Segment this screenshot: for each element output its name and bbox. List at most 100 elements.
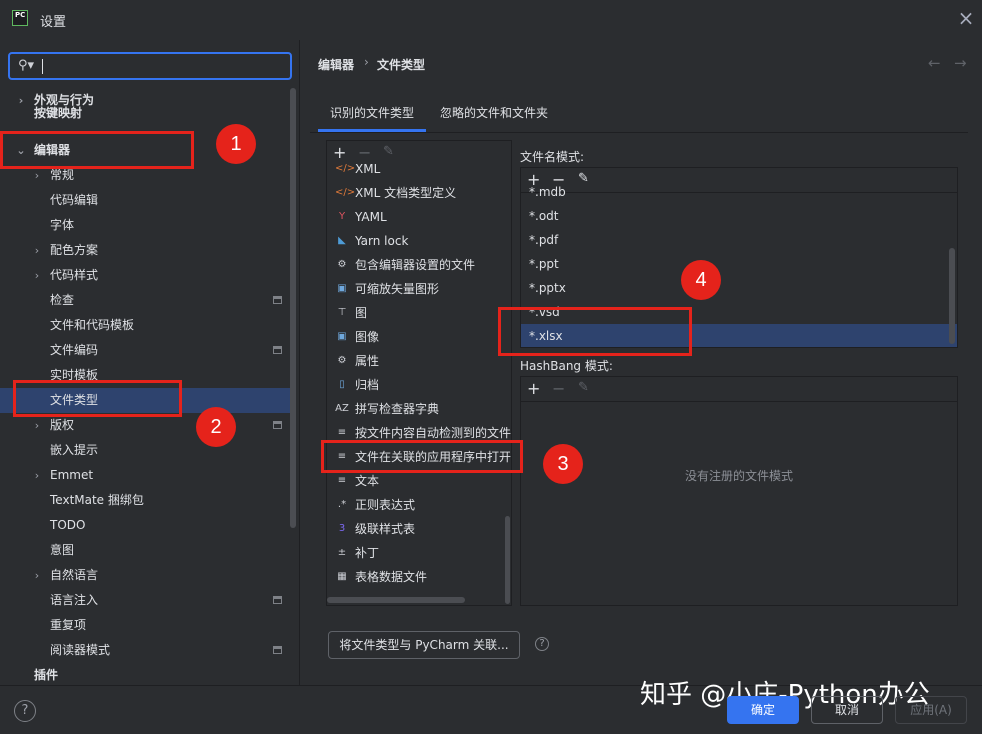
tree-item[interactable]: › 配色方案 [0, 238, 290, 263]
breadcrumb-current: 文件类型 [377, 58, 426, 72]
ok-button[interactable]: 确定 [727, 696, 799, 724]
tree-item[interactable]: 文件编码 [0, 338, 290, 363]
file-type-item[interactable]: </> XML [327, 157, 511, 181]
tab-recognized-file-types[interactable]: 识别的文件类型 [330, 104, 414, 121]
annotation-number-1: 1 [216, 124, 256, 164]
file-type-item[interactable]: ▣ 可缩放矢量图形 [327, 277, 511, 301]
file-type-label: XML 文档类型定义 [355, 186, 457, 200]
tree-item[interactable]: › 自然语言 [0, 563, 290, 588]
file-type-item[interactable]: </> XML 文档类型定义 [327, 181, 511, 205]
tab-ignored-files[interactable]: 忽略的文件和文件夹 [440, 104, 548, 121]
breadcrumb-parent[interactable]: 编辑器 [318, 56, 354, 73]
tabs-divider [310, 132, 968, 133]
tree-item[interactable]: › 代码样式 [0, 263, 290, 288]
forward-arrow-icon[interactable]: → [954, 54, 967, 72]
tree-item[interactable]: 代码编辑 [0, 188, 290, 213]
tree-item-label: 文件和代码模板 [50, 318, 135, 332]
edit-hashbang-button[interactable]: ✎ [578, 380, 589, 396]
pattern-item[interactable]: *.odt [521, 204, 957, 228]
gear-icon: ⚙ [337, 259, 347, 270]
file-types-horizontal-scrollbar[interactable] [327, 597, 465, 603]
hashbang-label: HashBang 模式: [520, 359, 613, 373]
chevron-right-icon[interactable]: › [31, 563, 43, 588]
tree-item[interactable]: › Emmet [0, 463, 290, 488]
annotation-number-2: 2 [196, 407, 236, 447]
tree-item[interactable]: TextMate 捆绑包 [0, 488, 290, 513]
patterns-scrollbar[interactable] [949, 248, 955, 344]
file-type-label: 拼写检查器字典 [355, 402, 440, 416]
annotation-number-4: 4 [681, 260, 721, 300]
tree-item[interactable]: 检查 [0, 288, 290, 313]
file-type-item[interactable]: ▣ 图像 [327, 325, 511, 349]
help-icon[interactable]: ? [14, 700, 36, 722]
search-input[interactable]: ⚲▾ [8, 52, 292, 80]
tree-item[interactable]: 字体 [0, 213, 290, 238]
file-type-item[interactable]: ◣ Yarn lock [327, 229, 511, 253]
pattern-item[interactable]: *.pptx [521, 276, 957, 300]
image-icon: ▣ [337, 283, 347, 294]
tree-item-label: 字体 [50, 218, 75, 232]
pattern-item[interactable]: *.mdb [521, 180, 957, 204]
tree-item-label: 重复项 [50, 618, 87, 632]
file-type-item[interactable]: ⊤ 图 [327, 301, 511, 325]
annotation-box-1 [0, 131, 194, 169]
css-icon: 3 [338, 523, 346, 534]
hashbang-patterns-list: + − ✎ 没有注册的文件模式 [520, 376, 958, 606]
annotation-number-3: 3 [543, 444, 583, 484]
pattern-value: *.pptx [529, 281, 566, 295]
tree-item-label: 自然语言 [50, 568, 99, 582]
file-type-item[interactable]: ⚙ 属性 [327, 349, 511, 373]
file-type-item[interactable]: ⚙ 包含编辑器设置的文件 [327, 253, 511, 277]
dialog-footer: ? 知乎 @小庄-Python办公 确定 取消 应用(A) [0, 680, 982, 734]
tree-item[interactable]: 按键映射 [0, 105, 290, 122]
associate-file-types-button[interactable]: 将文件类型与 PyCharm 关联... [328, 631, 520, 659]
file-type-item[interactable]: ▯ 归档 [327, 373, 511, 397]
search-icon: ⚲▾ [18, 58, 35, 73]
tree-item[interactable]: 重复项 [0, 613, 290, 638]
cancel-button[interactable]: 取消 [811, 696, 883, 724]
tree-item[interactable]: 文件和代码模板 [0, 313, 290, 338]
chevron-right-icon[interactable]: › [31, 238, 43, 263]
tree-item-label: 语言注入 [50, 593, 99, 607]
tree-item[interactable]: 意图 [0, 538, 290, 563]
file-type-item[interactable]: .* 正则表达式 [327, 493, 511, 517]
window-title: 设置 [40, 15, 67, 30]
code-icon: </> [335, 187, 356, 198]
close-icon[interactable]: × [956, 8, 976, 28]
project-level-icon [273, 646, 282, 654]
gear-icon: ⚙ [337, 355, 347, 366]
tree-item-label: 按键映射 [34, 106, 83, 120]
file-type-item[interactable]: ▦ 表格数据文件 [327, 565, 511, 589]
table-icon: ▦ [337, 571, 347, 582]
tree-item[interactable]: 语言注入 [0, 588, 290, 613]
pattern-item[interactable]: *.ppt [521, 252, 957, 276]
file-type-label: 归档 [355, 378, 380, 392]
add-hashbang-button[interactable]: + [527, 381, 540, 397]
file-type-item[interactable]: AZ 拼写检查器字典 [327, 397, 511, 421]
tree-scrollbar[interactable] [290, 88, 296, 528]
image-icon: ▣ [337, 331, 347, 342]
chevron-right-icon[interactable]: › [31, 463, 43, 488]
text-icon: ≡ [337, 427, 347, 438]
project-level-icon [273, 596, 282, 604]
file-type-item[interactable]: Y YAML [327, 205, 511, 229]
tree-item-label: 文件编码 [50, 343, 99, 357]
pattern-value: *.pdf [529, 233, 559, 247]
tree-item[interactable]: TODO [0, 513, 290, 538]
file-type-item[interactable]: ± 补丁 [327, 541, 511, 565]
tree-item-label: Emmet [50, 468, 94, 482]
help-icon[interactable]: ? [535, 637, 549, 651]
pattern-item[interactable]: *.pdf [521, 228, 957, 252]
back-arrow-icon[interactable]: ← [928, 54, 941, 72]
apply-button[interactable]: 应用(A) [895, 696, 967, 724]
file-type-item[interactable]: 3 级联样式表 [327, 517, 511, 541]
remove-hashbang-button[interactable]: − [552, 381, 565, 397]
file-types-vertical-scrollbar[interactable] [505, 516, 510, 604]
chevron-right-icon[interactable]: › [31, 263, 43, 288]
tree-item[interactable]: 阅读器模式 [0, 638, 290, 663]
file-type-label: 图 [355, 306, 368, 320]
tree-item[interactable]: 嵌入提示 [0, 438, 290, 463]
file-types-list: + − ✎ </> XML </> XML 文档类型定义 Y YAML ◣ Yarn lock… [326, 140, 512, 606]
pattern-value: *.odt [529, 209, 559, 223]
hashbang-empty-text: 没有注册的文件模式 [684, 469, 793, 483]
